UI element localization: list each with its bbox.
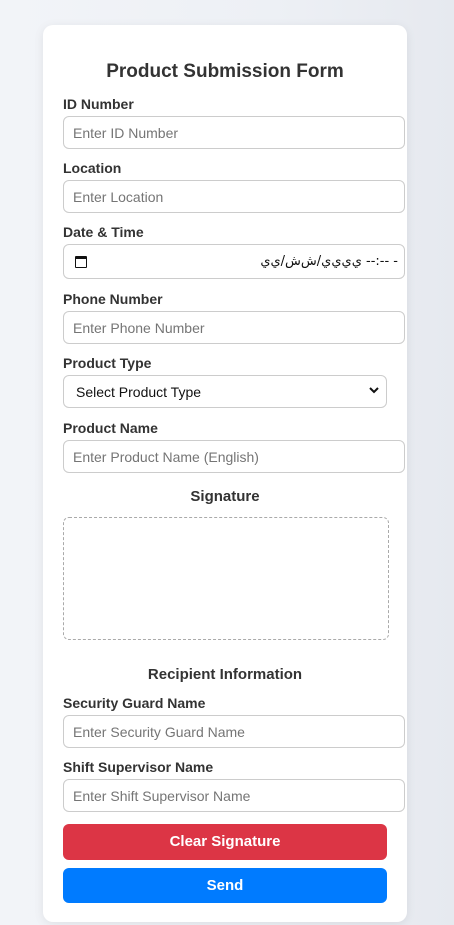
product-name-input[interactable] bbox=[63, 440, 405, 473]
product-type-label: Product Type bbox=[63, 355, 152, 371]
product-type-selected: Select Product Type bbox=[76, 384, 202, 400]
id-number-input[interactable] bbox=[63, 116, 405, 149]
location-input[interactable] bbox=[63, 180, 405, 213]
security-guard-label: Security Guard Name bbox=[63, 695, 206, 711]
recipient-info-title: Recipient Information bbox=[147, 666, 303, 683]
shift-supervisor-input[interactable] bbox=[63, 779, 405, 812]
phone-number-label: Phone Number bbox=[63, 291, 163, 307]
calendar-icon[interactable] bbox=[75, 256, 87, 268]
product-type-select[interactable]: Select Product Type bbox=[63, 375, 387, 408]
location-label: Location bbox=[63, 160, 122, 176]
send-button[interactable]: Send bbox=[63, 868, 387, 903]
phone-number-input[interactable] bbox=[63, 311, 405, 344]
page-title: Product Submission Form bbox=[106, 61, 344, 82]
signature-pad[interactable] bbox=[63, 517, 389, 640]
signature-title: Signature bbox=[190, 488, 260, 505]
clear-signature-button[interactable]: Clear Signature bbox=[63, 824, 387, 860]
form-card: Product Submission Form ID Number Locati… bbox=[43, 25, 407, 922]
id-number-label: ID Number bbox=[63, 96, 134, 112]
shift-supervisor-label: Shift Supervisor Name bbox=[63, 759, 214, 775]
date-time-label: Date & Time bbox=[63, 224, 144, 240]
chevron-down-icon bbox=[369, 387, 379, 394]
product-name-label: Product Name bbox=[63, 420, 158, 436]
date-time-input[interactable]: ي‌ي‌ي‌ي/ش‌ش/ي‌ي --:-- - bbox=[63, 244, 405, 279]
date-time-value: ي‌ي‌ي‌ي/ش‌ش/ي‌ي --:-- - bbox=[260, 254, 398, 269]
security-guard-input[interactable] bbox=[63, 715, 405, 748]
